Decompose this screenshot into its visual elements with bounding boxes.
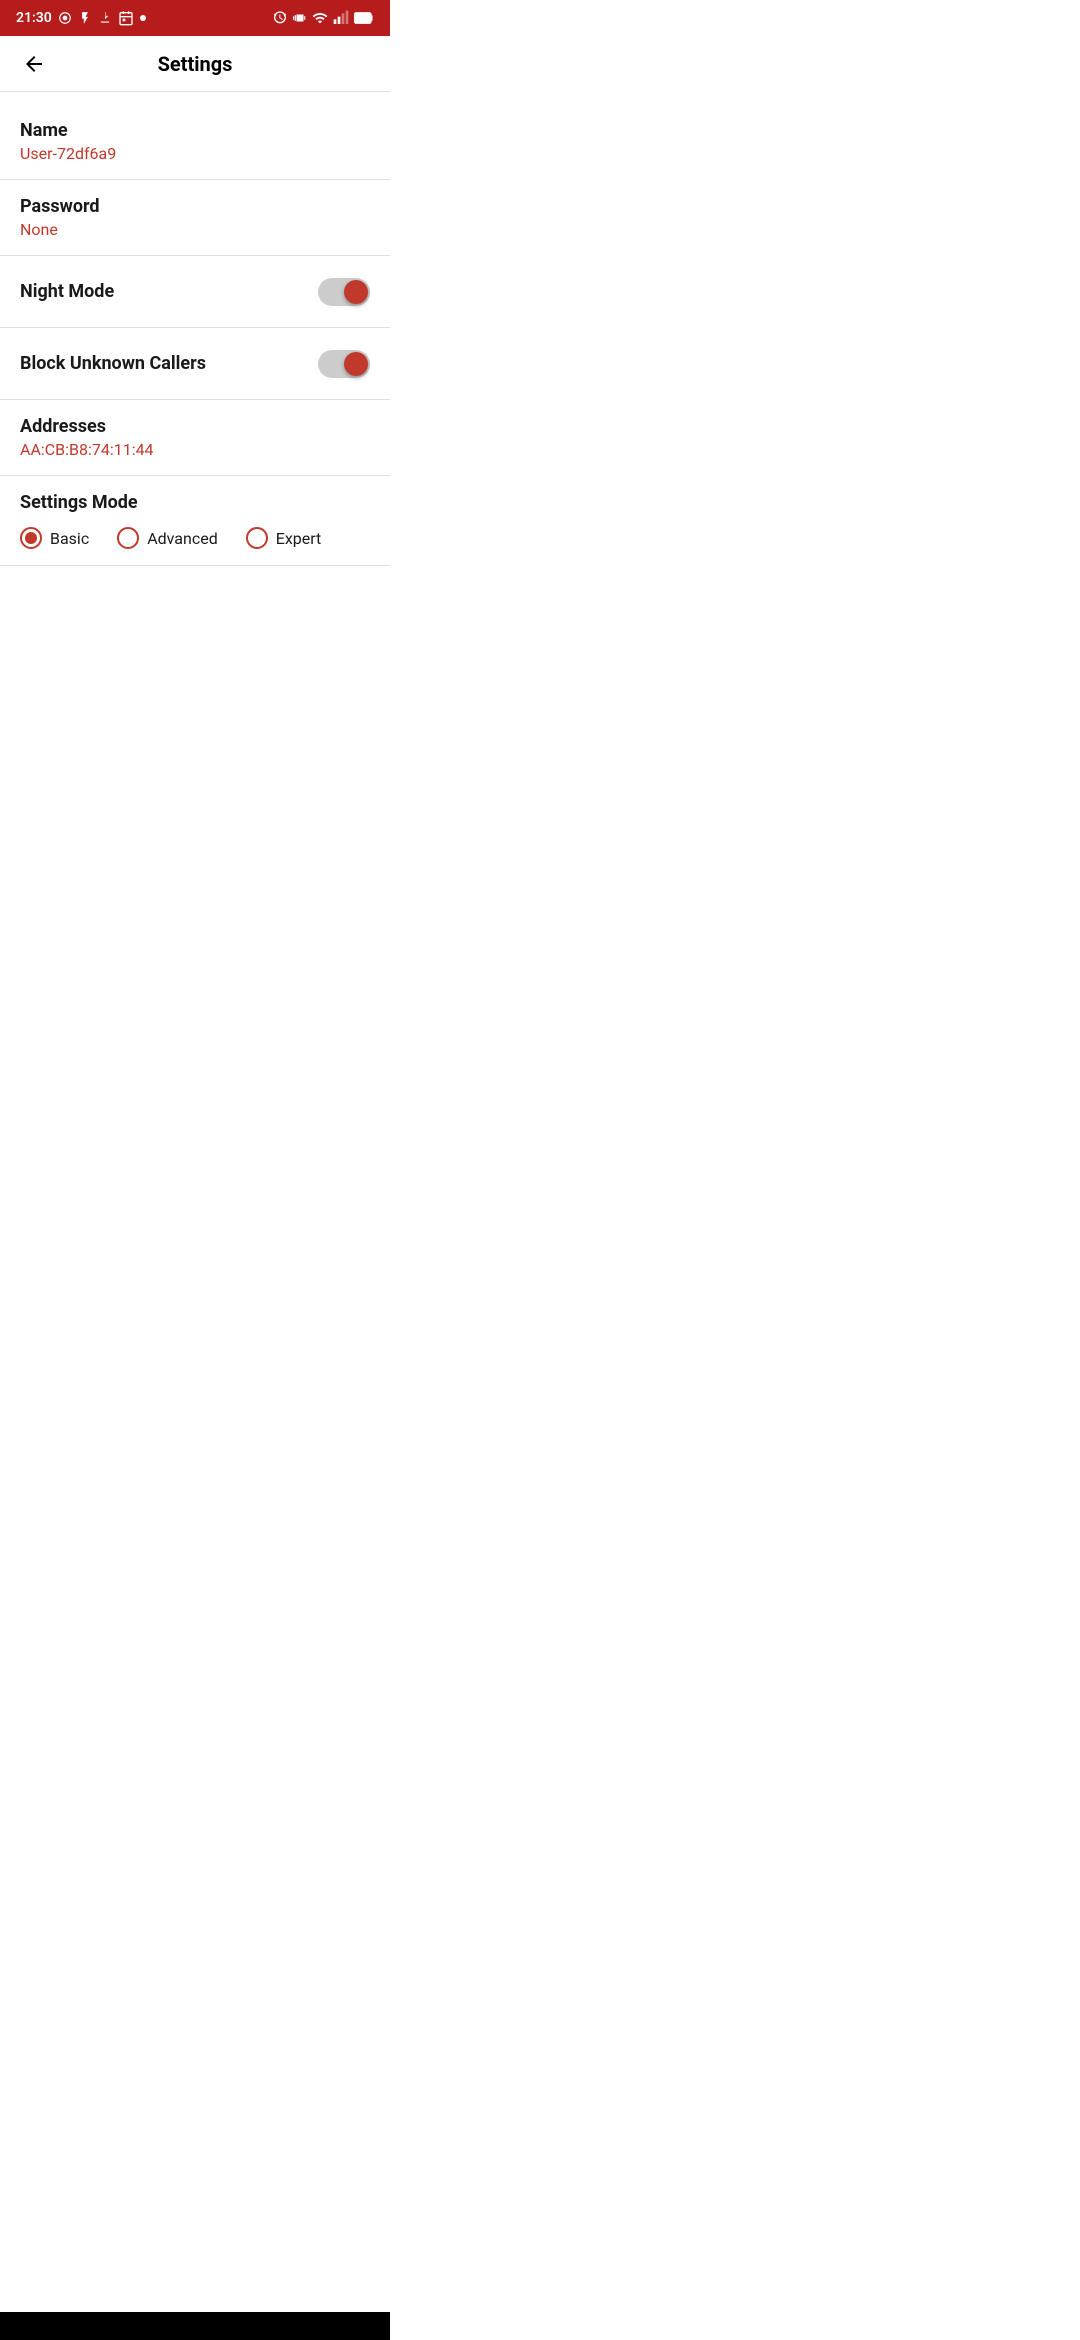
radio-advanced-label: Advanced [147, 529, 218, 548]
alarm-icon [272, 10, 288, 26]
battery-icon [354, 11, 374, 25]
name-setting-left: Name User-72df6a9 [20, 120, 116, 163]
radio-basic[interactable]: Basic [20, 527, 89, 549]
page-title: Settings [158, 52, 233, 76]
calendar-icon [118, 10, 134, 26]
radio-expert[interactable]: Expert [246, 527, 322, 549]
block-callers-toggle[interactable] [318, 350, 370, 378]
signal-icon [333, 10, 349, 26]
radio-advanced-outer [117, 527, 139, 549]
settings-mode-section: Settings Mode Basic Advanced Expert [0, 476, 390, 566]
name-label: Name [20, 120, 116, 141]
download-icon [98, 11, 112, 25]
name-value: User-72df6a9 [20, 144, 116, 163]
status-bar-left: 21:30 [16, 10, 146, 26]
night-mode-toggle[interactable] [318, 278, 370, 306]
block-callers-toggle-thumb [344, 352, 368, 376]
name-setting[interactable]: Name User-72df6a9 [0, 104, 390, 180]
night-mode-label: Night Mode [20, 281, 114, 302]
password-setting-left: Password None [20, 196, 100, 239]
back-button[interactable] [16, 46, 52, 82]
radio-expert-outer [246, 527, 268, 549]
password-value: None [20, 220, 100, 239]
night-mode-left: Night Mode [20, 281, 114, 302]
block-callers-left: Block Unknown Callers [20, 353, 206, 374]
addresses-label: Addresses [20, 416, 154, 437]
bottom-bar [0, 2312, 390, 2340]
app-bar: Settings [0, 36, 390, 92]
block-unknown-callers-setting[interactable]: Block Unknown Callers [0, 328, 390, 400]
settings-mode-label: Settings Mode [20, 492, 370, 513]
flash-icon [78, 11, 92, 25]
password-setting[interactable]: Password None [0, 180, 390, 256]
night-mode-setting[interactable]: Night Mode [0, 256, 390, 328]
location-icon [58, 11, 72, 25]
radio-basic-outer [20, 527, 42, 549]
settings-content: Name User-72df6a9 Password None Night Mo… [0, 92, 390, 578]
radio-basic-label: Basic [50, 529, 89, 548]
password-label: Password [20, 196, 100, 217]
addresses-left: Addresses AA:CB:B8:74:11:44 [20, 416, 154, 459]
settings-mode-radio-group: Basic Advanced Expert [20, 527, 370, 549]
radio-advanced[interactable]: Advanced [117, 527, 218, 549]
radio-expert-label: Expert [276, 529, 322, 548]
addresses-value: AA:CB:B8:74:11:44 [20, 440, 154, 459]
notification-dot [140, 15, 146, 21]
radio-basic-inner [25, 532, 37, 544]
status-bar: 21:30 [0, 0, 390, 36]
status-bar-right [272, 10, 374, 26]
wifi-icon [312, 10, 328, 26]
vibrate-icon [293, 11, 307, 25]
night-mode-toggle-thumb [344, 280, 368, 304]
addresses-setting[interactable]: Addresses AA:CB:B8:74:11:44 [0, 400, 390, 476]
back-arrow-icon [22, 52, 46, 76]
block-callers-label: Block Unknown Callers [20, 353, 206, 374]
status-time: 21:30 [16, 10, 52, 26]
home-indicator [480, 2327, 600, 2332]
